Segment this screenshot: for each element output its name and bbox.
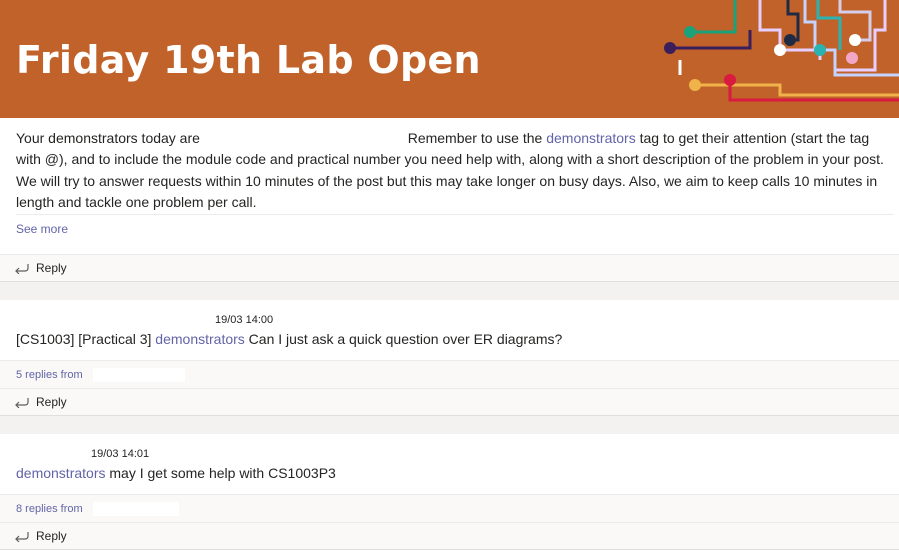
reply-arrow-icon — [15, 398, 29, 408]
redacted-names — [93, 502, 179, 516]
message-body: Can I just ask a quick question over ER … — [248, 331, 563, 347]
demonstrators-mention[interactable]: demonstrators — [155, 331, 244, 347]
message-text: demonstrators may I get some help with C… — [16, 465, 336, 481]
divider — [16, 214, 894, 215]
thread-gap — [0, 282, 899, 300]
reply-label: Reply — [36, 395, 67, 409]
reply-label: Reply — [36, 529, 67, 543]
message-timestamp: 19/03 14:01 — [91, 448, 150, 460]
replies-count[interactable]: 5 replies from — [16, 369, 83, 381]
reply-bar[interactable]: Reply — [0, 388, 899, 416]
post-body: Your demonstrators today are Remember to… — [16, 128, 896, 213]
replies-summary[interactable]: 5 replies from — [0, 360, 899, 388]
thread-message: 19/03 14:01 demonstrators may I get some… — [0, 434, 899, 494]
reply-arrow-icon — [15, 264, 29, 274]
channel-banner: Friday 19th Lab Open — [0, 0, 899, 118]
replies-summary[interactable]: 8 replies from — [0, 494, 899, 522]
root-post: Your demonstrators today are Remember to… — [0, 118, 899, 254]
demonstrators-mention[interactable]: demonstrators — [16, 465, 105, 481]
message-timestamp: 19/03 14:00 — [215, 314, 274, 326]
message-body: may I get some help with CS1003P3 — [109, 465, 336, 481]
see-more-link[interactable]: See more — [16, 222, 68, 236]
replies-count[interactable]: 8 replies from — [16, 503, 83, 515]
message-text: [CS1003] [Practical 3] demonstrators Can… — [16, 331, 562, 347]
intro-text-1: Your demonstrators today are — [16, 130, 200, 146]
reply-label: Reply — [36, 261, 67, 275]
demonstrators-mention[interactable]: demonstrators — [546, 130, 635, 146]
thread-gap — [0, 416, 899, 434]
intro-text-2: Remember to use the — [407, 130, 543, 146]
circuit-decoration — [664, 0, 899, 102]
reply-bar[interactable]: Reply — [0, 254, 899, 282]
reply-bar[interactable]: Reply — [0, 522, 899, 550]
banner-title: Friday 19th Lab Open — [16, 38, 481, 82]
reply-arrow-icon — [15, 532, 29, 542]
message-prefix: [CS1003] [Practical 3] — [16, 331, 152, 347]
redacted-names — [93, 368, 185, 382]
thread-message: 19/03 14:00 [CS1003] [Practical 3] demon… — [0, 300, 899, 360]
